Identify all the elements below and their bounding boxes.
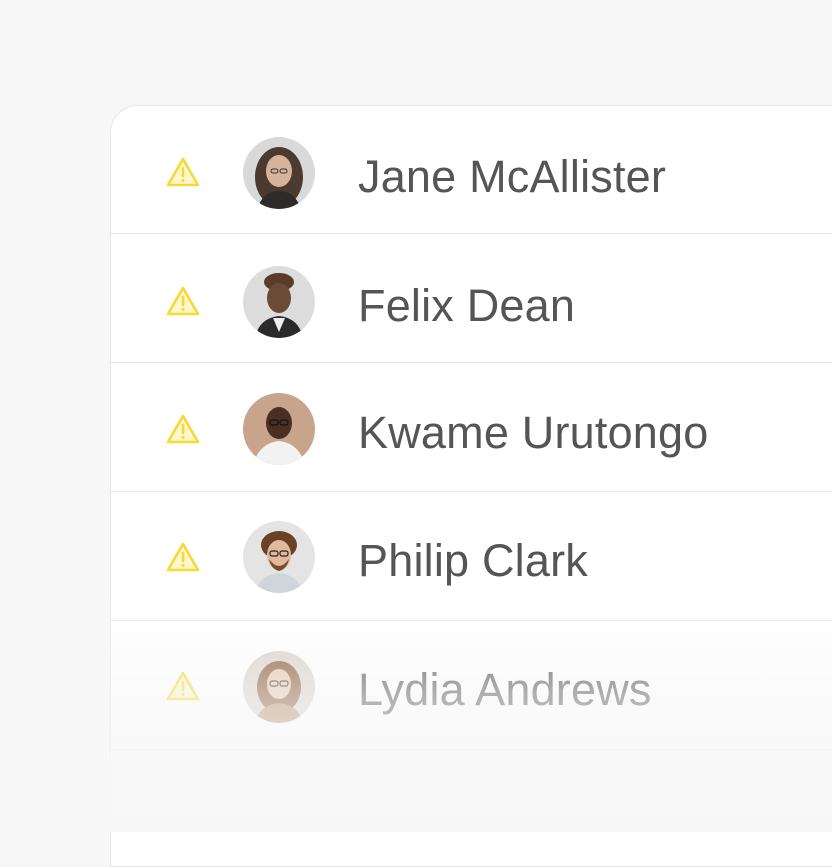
list-item[interactable]: Felix Dean bbox=[111, 235, 832, 363]
avatar bbox=[243, 521, 315, 593]
avatar bbox=[243, 393, 315, 465]
user-name: Lydia Andrews bbox=[358, 664, 652, 715]
list-item[interactable]: Jane McAllister bbox=[111, 106, 832, 234]
warning-icon bbox=[166, 286, 200, 316]
user-name: Kwame Urutongo bbox=[358, 407, 709, 458]
avatar bbox=[243, 137, 315, 209]
avatar bbox=[243, 266, 315, 338]
user-name: Jane McAllister bbox=[358, 151, 667, 202]
warning-icon bbox=[166, 542, 200, 572]
warning-icon bbox=[166, 157, 200, 187]
user-list-card: Jane McAllister Felix Dean Kwame Urutong… bbox=[110, 105, 832, 867]
user-name: Philip Clark bbox=[358, 535, 588, 586]
avatar bbox=[243, 651, 315, 723]
warning-icon bbox=[166, 414, 200, 444]
list-item[interactable]: Philip Clark bbox=[111, 493, 832, 621]
warning-icon bbox=[166, 671, 200, 701]
user-name: Felix Dean bbox=[358, 280, 576, 331]
list-item[interactable]: Kwame Urutongo bbox=[111, 364, 832, 492]
list-item[interactable]: Lydia Andrews bbox=[111, 622, 832, 750]
